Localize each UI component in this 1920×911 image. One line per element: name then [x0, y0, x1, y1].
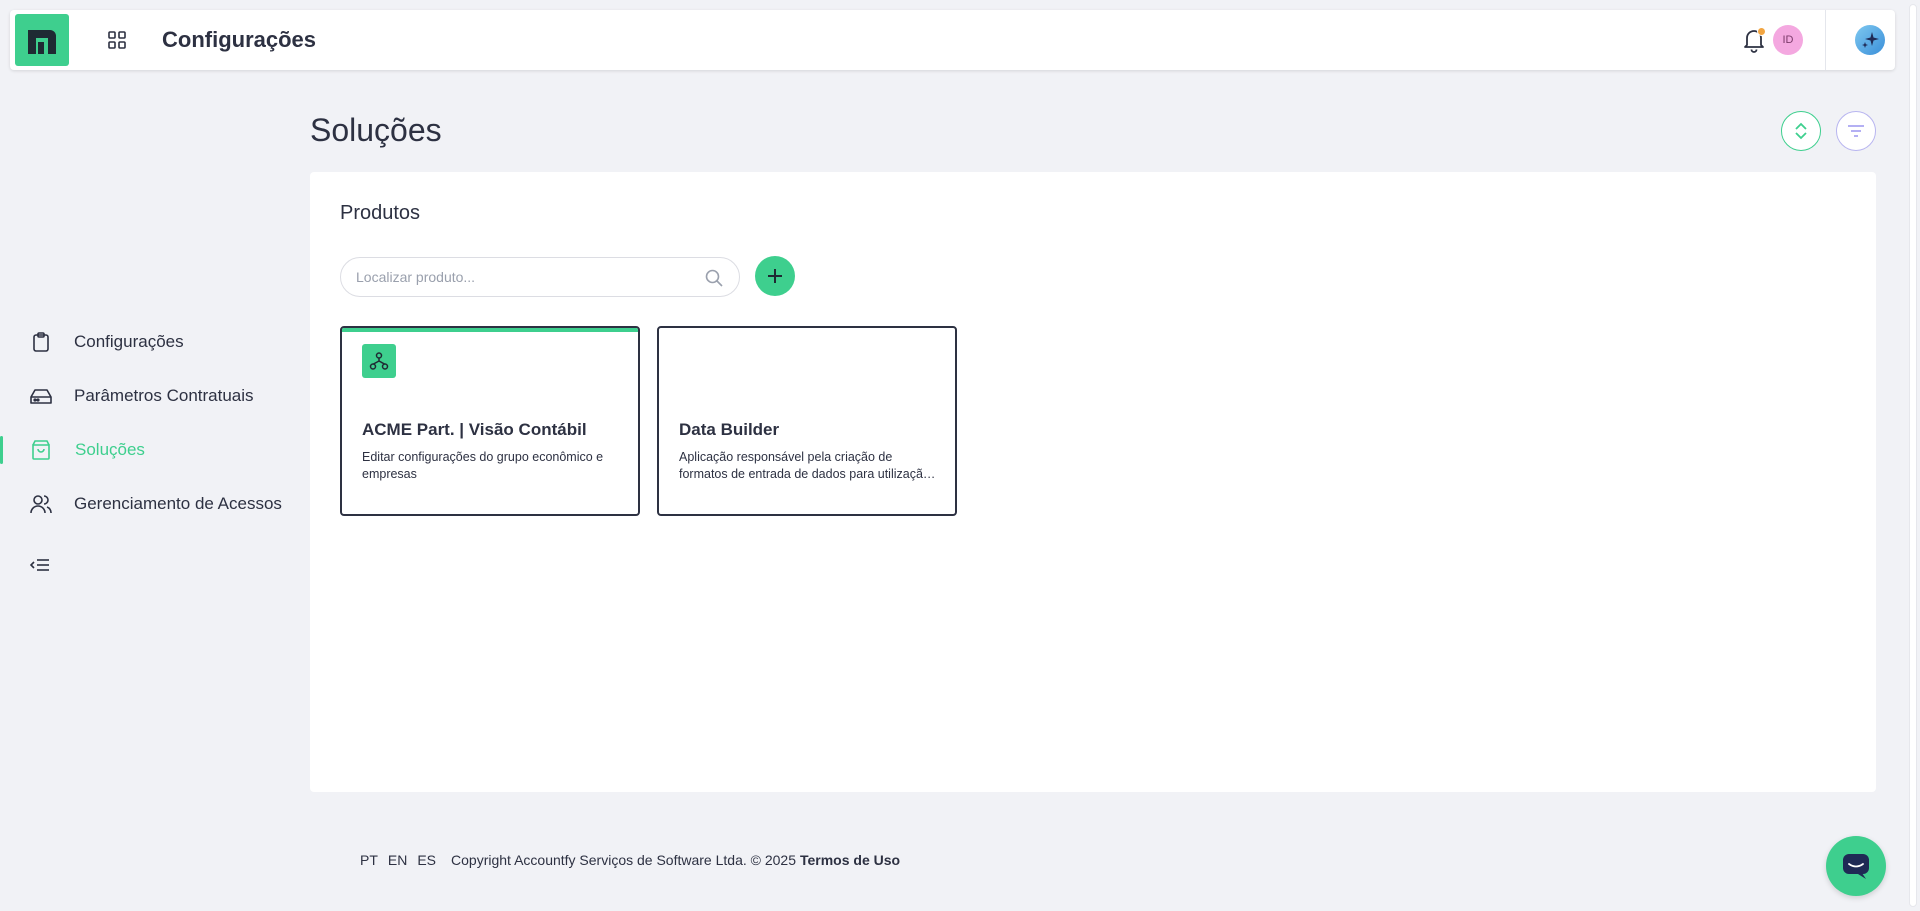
search-field[interactable]	[340, 257, 740, 297]
avatar[interactable]: ID	[1773, 25, 1803, 55]
search-input[interactable]	[356, 258, 696, 296]
top-bar: Configurações ID	[10, 10, 1895, 70]
sidebar-item-label: Gerenciamento de Acessos	[74, 494, 282, 513]
sort-button[interactable]	[1781, 111, 1821, 151]
hierarchy-icon	[362, 344, 396, 378]
product-card[interactable]: ACME Part. | Visão Contábil Editar confi…	[340, 326, 640, 516]
language-en-link[interactable]: EN	[388, 852, 407, 868]
product-card[interactable]: Data Builder Aplicação responsável pela …	[657, 326, 957, 516]
drive-icon	[28, 383, 54, 409]
products-panel: Produtos ACME Part. | Visão Contábil Edi…	[310, 172, 1876, 792]
card-description: Editar configurações do grupo econômico …	[362, 450, 604, 481]
users-icon	[28, 491, 54, 517]
chat-button[interactable]	[1826, 836, 1886, 896]
collapse-menu-icon[interactable]	[28, 553, 52, 577]
bell-icon[interactable]	[1740, 26, 1768, 54]
header-divider	[1825, 10, 1826, 70]
filter-icon	[1848, 125, 1864, 137]
footer: PT EN ES Copyright Accountfy Serviços de…	[360, 852, 900, 868]
search-icon[interactable]	[704, 268, 724, 288]
notification-dot	[1757, 27, 1766, 36]
header-title: Configurações	[162, 27, 317, 52]
sidebar-item-configuracoes[interactable]: Configurações	[0, 320, 290, 364]
copyright-text: Copyright Accountfy Serviços de Software…	[451, 852, 796, 868]
card-accent-bar	[342, 328, 638, 332]
scrollbar-thumb[interactable]	[1909, 4, 1917, 907]
panel-title: Produtos	[340, 202, 421, 224]
apps-grid-icon[interactable]	[105, 28, 129, 52]
chevron-up-icon	[1795, 122, 1807, 130]
app-logo-icon[interactable]	[15, 14, 69, 66]
language-pt-link[interactable]: PT	[360, 852, 378, 868]
clipboard-icon	[28, 329, 54, 355]
plus-icon	[768, 269, 782, 283]
terms-link[interactable]: Termos de Uso	[800, 852, 900, 868]
active-indicator	[0, 436, 3, 464]
sidebar-item-gerenciamento-de-acessos[interactable]: Gerenciamento de Acessos	[0, 482, 290, 526]
page-title: Soluções	[310, 112, 442, 148]
language-es-link[interactable]: ES	[417, 852, 436, 868]
sidebar-item-solucoes[interactable]: Soluções	[0, 428, 290, 472]
chat-bubble-icon	[1843, 854, 1869, 879]
shopping-bag-icon	[28, 437, 54, 463]
sidebar-item-label: Configurações	[74, 332, 184, 351]
card-title: Data Builder	[679, 420, 780, 439]
card-description: Aplicação responsável pela criação de fo…	[679, 450, 930, 481]
sparkle-ai-icon[interactable]	[1855, 25, 1885, 55]
sidebar-item-label: Parâmetros Contratuais	[74, 386, 254, 405]
card-title: ACME Part. | Visão Contábil	[362, 420, 587, 439]
sidebar-item-parametros-contratuais[interactable]: Parâmetros Contratuais	[0, 374, 290, 418]
add-product-button[interactable]	[755, 256, 795, 296]
sidebar-item-label: Soluções	[75, 440, 145, 459]
chevron-down-icon	[1795, 132, 1807, 140]
filter-button[interactable]	[1836, 111, 1876, 151]
